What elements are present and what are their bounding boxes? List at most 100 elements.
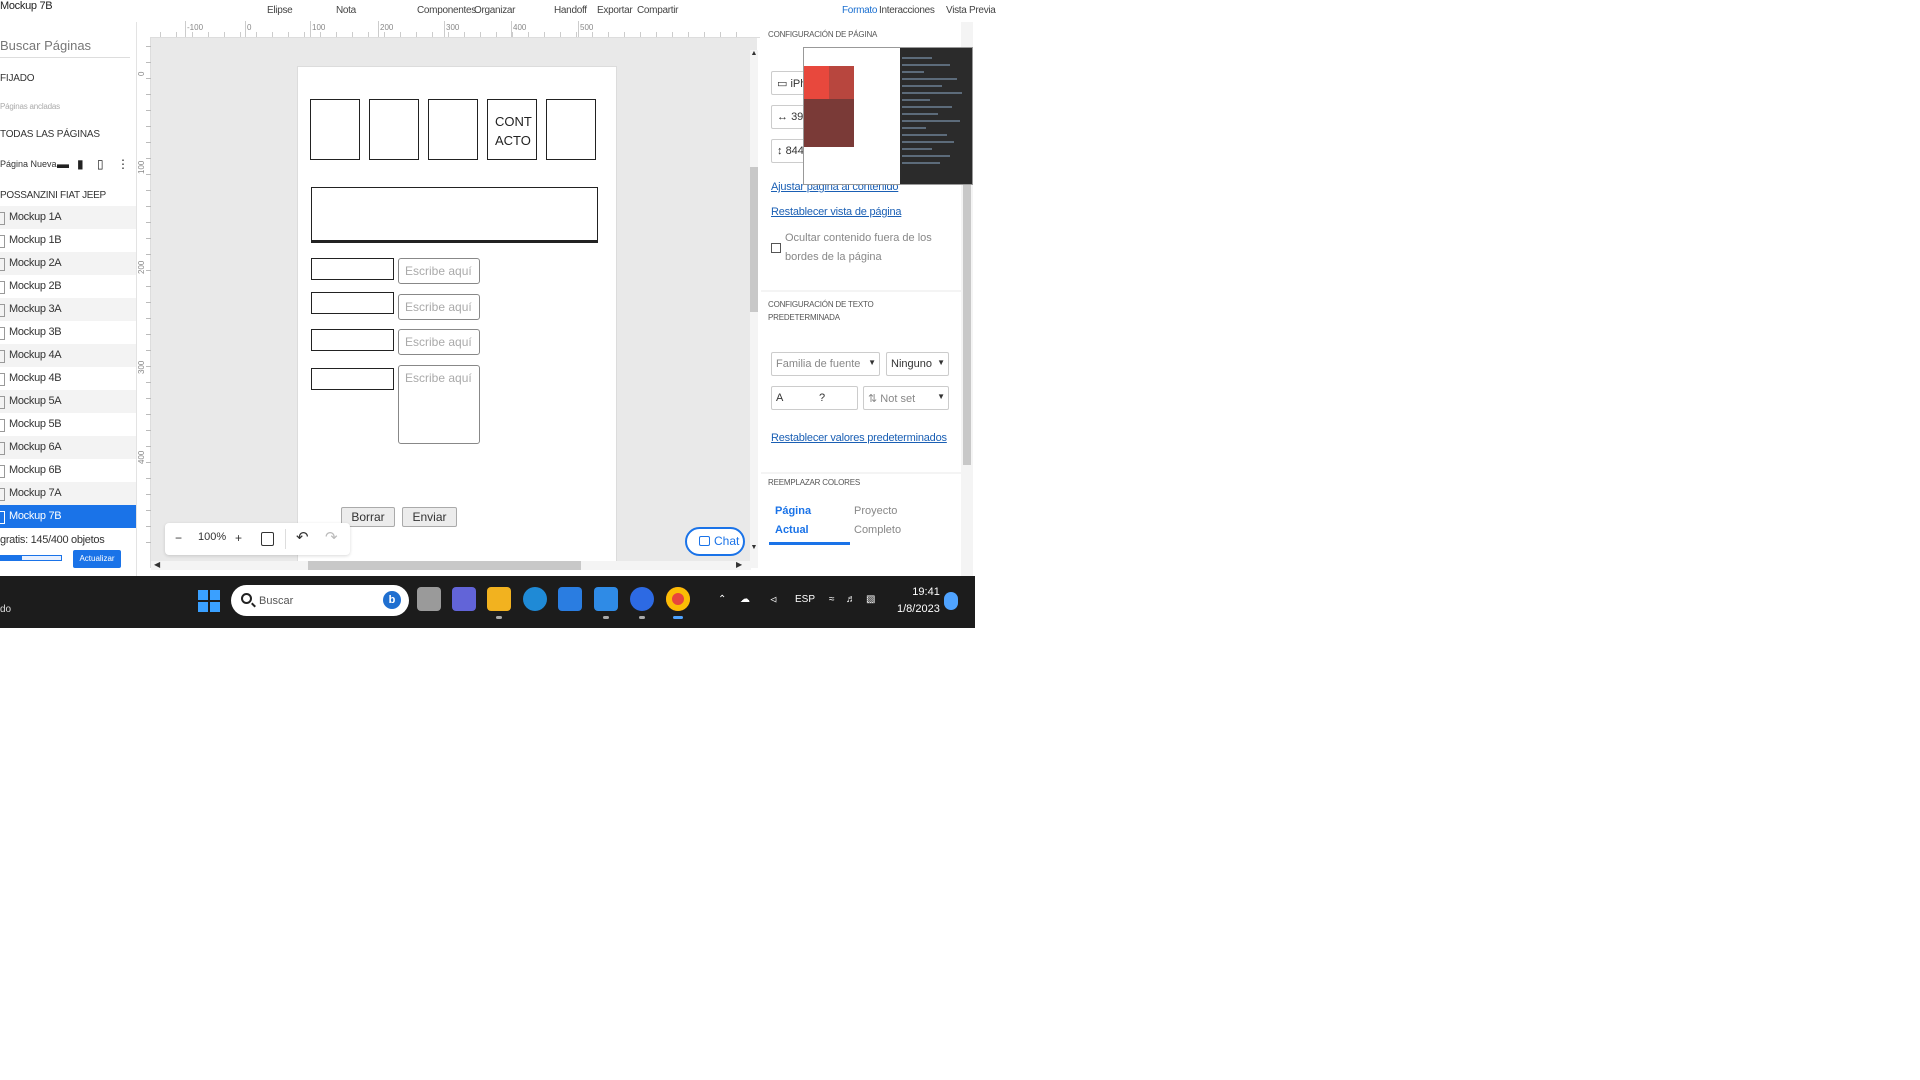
page-item-selected[interactable]: Mockup 7B (0, 505, 136, 528)
font-weight-select[interactable]: Ninguno ▼ (886, 352, 949, 376)
trash-icon[interactable]: ▮ (77, 157, 89, 171)
page-item[interactable]: Mockup 5B (0, 413, 136, 436)
hide-outside-checkbox[interactable] (771, 243, 781, 253)
artboard[interactable]: CONT ACTO Escribe aquí Escribe aquí Escr… (297, 66, 617, 564)
page-item[interactable]: Mockup 4B (0, 367, 136, 390)
fit-screen-icon[interactable] (261, 532, 274, 546)
form-textarea[interactable]: Escribe aquí (398, 365, 480, 444)
mail-icon[interactable] (558, 587, 582, 611)
page-item[interactable]: Mockup 3B (0, 321, 136, 344)
redo-icon[interactable]: ↷ (325, 528, 338, 546)
windows-start-icon[interactable] (198, 590, 220, 612)
nav-box[interactable] (428, 99, 478, 160)
tab-interactions[interactable]: Interacciones (879, 5, 935, 16)
language-indicator[interactable]: ESP (795, 594, 815, 605)
object-usage-fill (0, 556, 22, 560)
tray-overflow-icon[interactable]: ⌃ (718, 594, 726, 605)
tab-preview[interactable]: Vista Previa (946, 5, 996, 16)
scroll-right-icon[interactable]: ▶ (736, 560, 742, 569)
volume-icon[interactable]: ♬ (846, 594, 856, 605)
onedrive-icon[interactable]: ☁ (740, 594, 750, 605)
toolbar-handoff[interactable]: Handoff (554, 5, 587, 16)
form-label-box[interactable] (311, 329, 394, 351)
page-item[interactable]: Mockup 7A (0, 482, 136, 505)
chat-label: Chat (714, 534, 740, 548)
nav-box[interactable] (546, 99, 596, 160)
scroll-left-icon[interactable]: ◀ (154, 560, 160, 569)
reset-view-link[interactable]: Restablecer vista de página (771, 206, 902, 218)
zoom-app-icon[interactable] (630, 587, 654, 619)
page-item[interactable]: Mockup 2B (0, 275, 136, 298)
chrome-icon[interactable] (666, 587, 690, 619)
send-button[interactable]: Enviar (402, 507, 457, 527)
battery-icon[interactable]: ▧ (866, 594, 875, 605)
form-label-box[interactable] (311, 258, 394, 280)
ruler-minor-tick (240, 32, 241, 37)
undo-icon[interactable]: ↶ (296, 528, 309, 546)
reset-defaults-link[interactable]: Restablecer valores predeterminados (771, 432, 947, 444)
toolbar-ellipse[interactable]: Elipse (267, 5, 293, 16)
canvas-vertical-scrollbar[interactable]: ▲ ▼ (750, 50, 758, 568)
form-label-box[interactable] (311, 368, 394, 390)
vscode-icon[interactable] (594, 587, 618, 619)
font-family-select[interactable]: Familia de fuente ▼ (771, 352, 880, 376)
task-view-icon[interactable] (417, 587, 441, 611)
form-text-input[interactable]: Escribe aquí (398, 294, 480, 320)
toolbar-components[interactable]: Componentes (417, 5, 476, 16)
nav-box-contact[interactable]: CONT ACTO (487, 99, 537, 160)
tab-whole-project[interactable]: Proyecto Completo (854, 502, 914, 540)
toolbar-export[interactable]: Exportar (597, 5, 633, 16)
toolbar-note[interactable]: Nota (336, 5, 356, 16)
folder-icon[interactable]: ▬ (57, 157, 69, 171)
page-item[interactable]: Mockup 4A (0, 344, 136, 367)
nav-box[interactable] (310, 99, 360, 160)
page-item[interactable]: Mockup 6B (0, 459, 136, 482)
page-group-label[interactable]: POSSANZINI FIAT JEEP (0, 186, 136, 206)
form-label-box[interactable] (311, 292, 394, 314)
toolbar-arrange[interactable]: Organizar (474, 5, 516, 16)
toolbar-share[interactable]: Compartir (637, 5, 679, 16)
bing-icon[interactable]: b (383, 591, 401, 609)
scroll-down-icon[interactable]: ▼ (750, 544, 758, 551)
page-item[interactable]: Mockup 6A (0, 436, 136, 459)
line-height-select[interactable]: ⇅ Not set ▼ (863, 386, 949, 410)
teams-icon[interactable] (452, 587, 476, 611)
scroll-up-icon[interactable]: ▲ (750, 50, 758, 57)
edge-icon[interactable] (523, 587, 547, 611)
duplicate-icon[interactable]: ▯ (97, 157, 109, 171)
microphone-icon[interactable]: ⏿ (770, 594, 777, 605)
design-canvas[interactable]: CONT ACTO Escribe aquí Escribe aquí Escr… (151, 38, 757, 568)
form-text-input[interactable]: Escribe aquí (398, 329, 480, 355)
scroll-thumb[interactable] (308, 561, 581, 570)
zoom-level[interactable]: 100% (198, 531, 226, 543)
scroll-thumb[interactable] (750, 167, 758, 312)
hero-box[interactable] (311, 187, 598, 243)
form-text-input[interactable]: Escribe aquí (398, 258, 480, 284)
ruler-minor-tick (512, 32, 513, 37)
zoom-in-button[interactable]: + (235, 531, 242, 545)
upgrade-button[interactable]: Actualizar (73, 550, 121, 568)
taskbar-search[interactable]: Buscar b (231, 585, 409, 616)
window-preview-thumbnail[interactable] (803, 47, 973, 185)
page-item[interactable]: Mockup 5A (0, 390, 136, 413)
page-item[interactable]: Mockup 2A (0, 252, 136, 275)
notification-icon[interactable] (944, 592, 958, 610)
page-item[interactable]: Mockup 1A (0, 206, 136, 229)
zoom-out-button[interactable]: − (175, 531, 182, 545)
tab-current-page[interactable]: Página Actual (775, 502, 825, 540)
tab-format[interactable]: Formato (842, 5, 877, 16)
nav-box[interactable] (369, 99, 419, 160)
page-search-input[interactable]: Buscar Páginas (0, 32, 130, 58)
ruler-label: 100 (312, 23, 326, 32)
canvas-horizontal-scrollbar[interactable]: ◀ ▶ (151, 560, 751, 570)
chat-button[interactable]: Chat (685, 527, 745, 556)
wifi-icon[interactable]: ≈ (829, 594, 835, 605)
font-size-field[interactable]: A? (771, 386, 858, 410)
new-page-button[interactable]: Página Nueva (0, 159, 57, 169)
page-item[interactable]: Mockup 3A (0, 298, 136, 321)
page-item[interactable]: Mockup 1B (0, 229, 136, 252)
ruler-label: 400 (137, 450, 146, 464)
more-options-icon[interactable]: ⋮ (117, 157, 129, 171)
file-explorer-icon[interactable] (487, 587, 511, 619)
system-clock[interactable]: 19:41 1/8/2023 (897, 584, 940, 618)
